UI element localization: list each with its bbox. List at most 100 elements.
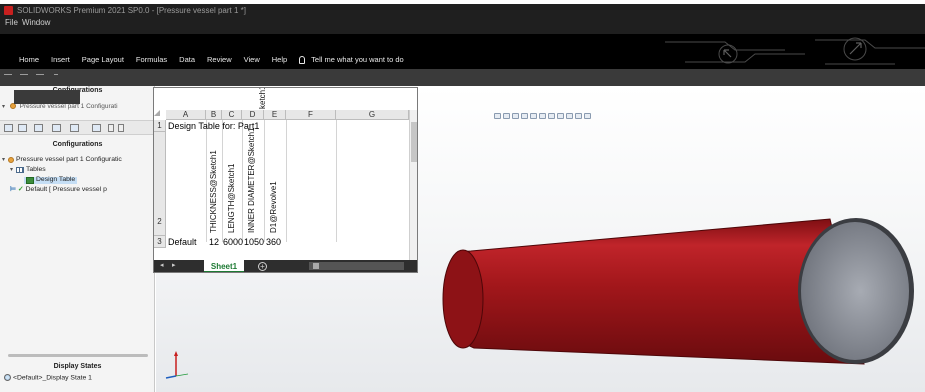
tree-root-label: Pressure vessel part 1 Configuratic <box>16 156 122 163</box>
display-state-icon <box>4 374 11 381</box>
axis-triad-icon <box>165 351 189 379</box>
col-e-header[interactable]: E <box>264 110 286 120</box>
col-c-header[interactable]: C <box>222 110 242 120</box>
configuration-tree: ▾ Pressure vessel part 1 Configuratic ▾ Ta… <box>2 155 154 195</box>
tab-review[interactable]: Review <box>207 55 232 64</box>
display-states-header: Display States <box>53 363 102 370</box>
panel-extra-icon[interactable] <box>92 124 101 132</box>
select-all-corner[interactable] <box>154 110 160 116</box>
partial-top-header: ketch1 <box>258 87 267 109</box>
panel-scroll-right-icon[interactable] <box>118 124 124 132</box>
circuit-decoration-icon <box>665 37 925 65</box>
header-length[interactable]: LENGTH@Sketch1 <box>227 164 236 233</box>
save-icon[interactable] <box>4 74 12 80</box>
header-d1-revolve[interactable]: D1@Revolve1 <box>269 181 278 233</box>
grid-line <box>286 120 287 242</box>
scroll-thumb[interactable] <box>411 122 417 162</box>
tree-tables[interactable]: ▾ Tables <box>2 165 154 175</box>
tab-home[interactable]: Home <box>19 55 39 64</box>
inner-diameter-value-cell[interactable]: 1050 <box>244 237 264 247</box>
qat-more-icon[interactable] <box>54 74 58 80</box>
feature-manager-icon[interactable] <box>4 124 13 132</box>
panel-toolbar <box>0 120 155 135</box>
tables-icon <box>16 167 24 173</box>
design-table-spreadsheet[interactable]: ketch1 A B C D E F G 1 2 3 Design Table … <box>153 87 418 273</box>
tree-design-table-label: Design Table <box>36 176 76 183</box>
thickness-value-cell[interactable]: 12 <box>209 237 219 247</box>
grid-line <box>242 120 243 242</box>
horizontal-scrollbar[interactable] <box>309 262 404 270</box>
dim-expert-icon[interactable] <box>52 124 61 132</box>
property-manager-icon[interactable] <box>18 124 27 132</box>
configurations-header: Configurations <box>52 141 103 148</box>
tab-view[interactable]: View <box>244 55 260 64</box>
sheet-nav-right-icon[interactable]: ▸ <box>172 261 176 269</box>
undo-icon[interactable] <box>20 74 28 80</box>
active-check-icon: ✓ <box>17 186 24 193</box>
header-thickness[interactable]: THICKNESS@Sketch1 <box>209 150 218 233</box>
top-tree-item[interactable]: ▾ Pressure vessel part 1 Configurati <box>2 103 118 110</box>
solidworks-window: SOLIDWORKS Premium 2021 SP0.0 - [Pressur… <box>0 0 925 392</box>
tree-tables-label: Tables <box>26 166 46 173</box>
menu-file[interactable]: File <box>5 18 18 27</box>
title-bar: SOLIDWORKS Premium 2021 SP0.0 - [Pressur… <box>0 4 925 34</box>
display-state-item[interactable]: <Default>_Display State 1 <box>4 374 92 381</box>
grid-line <box>336 120 337 242</box>
tree-default-config[interactable]: ⊨ ✓ Default [ Pressure vessel p <box>2 185 154 195</box>
sheet-tab-bar: ◂ ▸ Sheet1 + <box>154 260 417 272</box>
header-inner-diameter[interactable]: INNER DIAMETER@Sketch1 <box>247 128 256 233</box>
design-table-title-cell[interactable]: Design Table for: Part1 <box>168 121 259 131</box>
design-table-icon <box>26 176 34 184</box>
display-manager-icon[interactable] <box>70 124 79 132</box>
row-3-header[interactable]: 3 <box>154 236 166 248</box>
row3-label-cell[interactable]: Default <box>168 237 197 247</box>
ribbon-tabs: Home Insert Page Layout Formulas Data Re… <box>19 55 428 64</box>
solidworks-logo-icon <box>4 6 13 15</box>
sheet-tab[interactable]: Sheet1 <box>204 260 244 272</box>
grid-line <box>206 120 207 242</box>
sheet-nav-left-icon[interactable]: ◂ <box>160 261 164 269</box>
design-table-selected[interactable]: Design Table <box>24 176 78 184</box>
tell-me-label: Tell me what you want to do <box>311 55 404 64</box>
tab-page-layout[interactable]: Page Layout <box>82 55 124 64</box>
config-link-icon: ⊨ <box>10 186 16 193</box>
configuration-icon <box>8 157 14 163</box>
hscroll-thumb[interactable] <box>313 263 319 269</box>
window-title: SOLIDWORKS Premium 2021 SP0.0 - [Pressur… <box>17 6 246 15</box>
configuration-manager-panel: Configurations ▾ Pressure vessel part 1 … <box>0 86 155 392</box>
ribbon: Home Insert Page Layout Formulas Data Re… <box>0 34 925 69</box>
col-a-header[interactable]: A <box>166 110 206 120</box>
redo-icon[interactable] <box>36 74 44 80</box>
expand-icon[interactable]: ▾ <box>2 103 8 110</box>
display-state-label: <Default>_Display State 1 <box>13 374 92 382</box>
tab-data[interactable]: Data <box>179 55 195 64</box>
tab-insert[interactable]: Insert <box>51 55 70 64</box>
col-g-header[interactable]: G <box>336 110 409 120</box>
configuration-manager-icon[interactable] <box>34 124 43 132</box>
row-2-header[interactable]: 2 <box>154 132 166 236</box>
tree-default-label: Default [ Pressure vessel p <box>25 186 107 193</box>
vertical-scrollbar[interactable] <box>409 110 417 260</box>
tree-design-table[interactable]: Design Table <box>2 175 154 185</box>
top-tree-label: Pressure vessel part 1 Configurati <box>19 103 118 110</box>
panel-splitter[interactable] <box>8 354 148 357</box>
tree-root[interactable]: ▾ Pressure vessel part 1 Configuratic <box>2 155 154 165</box>
row-1-header[interactable]: 1 <box>154 120 166 132</box>
dark-overlay-box <box>14 90 80 104</box>
quick-access-toolbar <box>0 69 925 86</box>
add-sheet-icon[interactable]: + <box>258 262 267 271</box>
menu-window[interactable]: Window <box>22 18 50 27</box>
d1-value-cell[interactable]: 360 <box>266 237 281 247</box>
col-f-header[interactable]: F <box>286 110 336 120</box>
tell-me-search[interactable]: Tell me what you want to do <box>299 55 416 64</box>
configuration-icon <box>9 103 16 110</box>
col-b-header[interactable]: B <box>206 110 222 120</box>
length-value-cell[interactable]: 6000 <box>223 237 243 247</box>
grid-line <box>264 120 265 242</box>
panel-scroll-left-icon[interactable] <box>108 124 114 132</box>
tab-formulas[interactable]: Formulas <box>136 55 167 64</box>
grid-line <box>222 120 223 242</box>
col-d-header[interactable]: D <box>242 110 264 120</box>
tab-help[interactable]: Help <box>272 55 287 64</box>
lightbulb-icon <box>299 55 306 64</box>
